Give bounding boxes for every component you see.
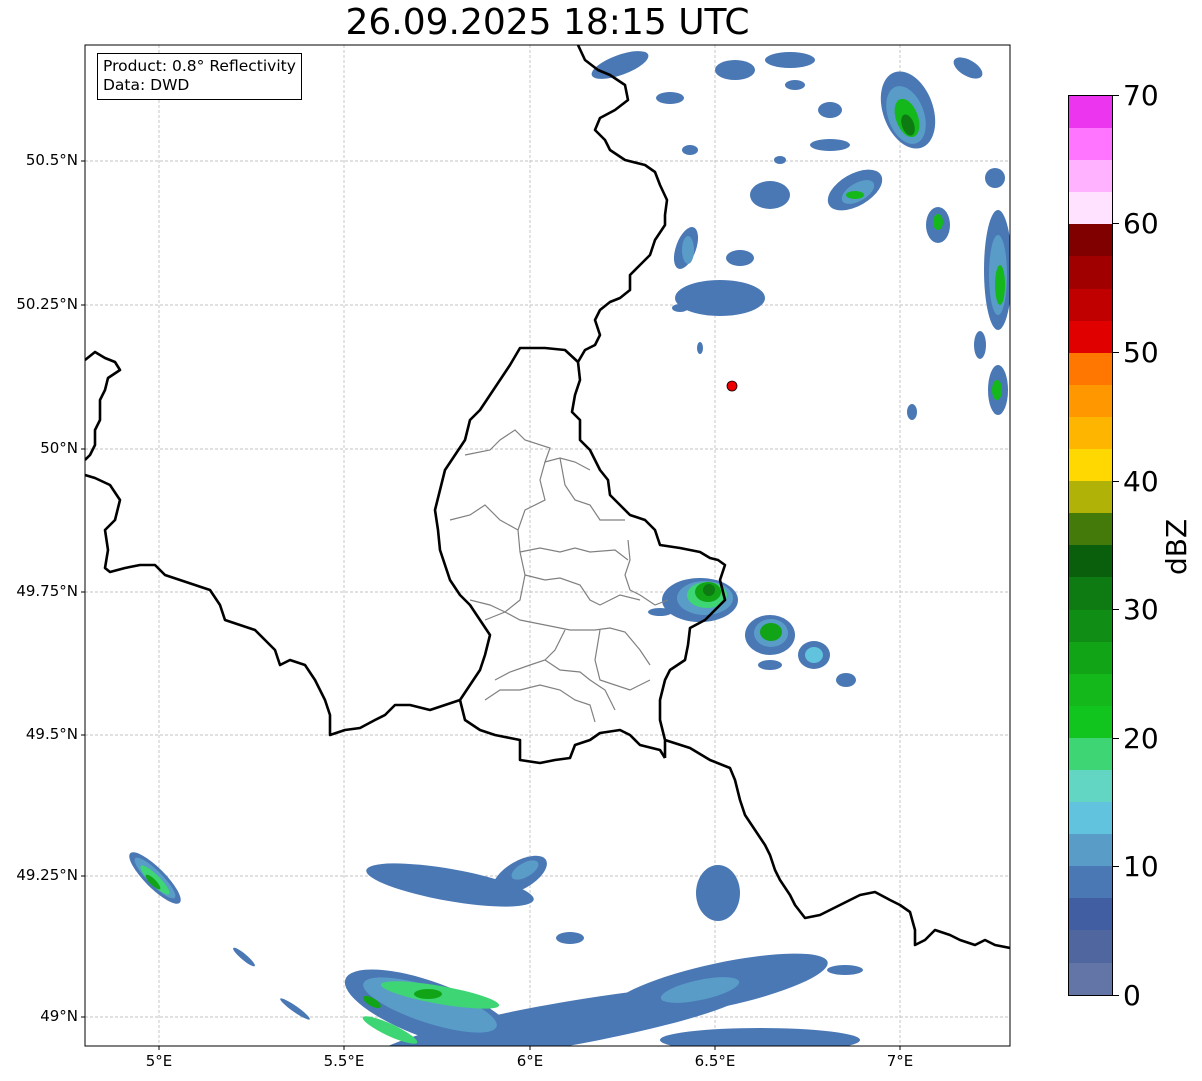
lon-label-7: 7°E <box>886 1052 914 1070</box>
colorbar-label-10: 10 <box>1123 850 1159 883</box>
radar-site-marker <box>726 380 738 392</box>
colorbar-segment <box>1069 962 1112 995</box>
dbz-colorbar <box>1068 95 1113 996</box>
lat-label-49.5: 49.5°N <box>25 725 78 743</box>
product-info-box: Product: 0.8° Reflectivity Data: DWD <box>97 53 302 100</box>
colorbar-segment <box>1069 737 1112 770</box>
colorbar-segment <box>1069 898 1112 931</box>
echo-streaks-south <box>129 852 863 1046</box>
colorbar-label-0: 0 <box>1123 979 1141 1012</box>
lat-label-49: 49°N <box>40 1007 78 1025</box>
product-label: Product: 0.8° Reflectivity <box>103 57 296 75</box>
colorbar-segment <box>1069 192 1112 225</box>
lon-label-6: 6°E <box>516 1052 544 1070</box>
lon-label-6.5: 6.5°E <box>694 1052 736 1070</box>
colorbar-segment <box>1069 256 1112 289</box>
colorbar-label-60: 60 <box>1123 207 1159 240</box>
echo-cluster-north <box>591 51 1010 420</box>
colorbar-segment <box>1069 545 1112 578</box>
colorbar-segment <box>1069 224 1112 257</box>
echo-cell-moselle <box>648 578 856 687</box>
colorbar-label-40: 40 <box>1123 465 1159 498</box>
colorbar-segment <box>1069 577 1112 610</box>
lat-label-49.25: 49.25°N <box>16 866 78 884</box>
colorbar-segment <box>1069 769 1112 803</box>
radar-map <box>81 44 1011 1050</box>
colorbar-segment <box>1069 160 1112 193</box>
colorbar-segment <box>1069 834 1112 867</box>
colorbar-segment <box>1069 930 1112 963</box>
echo-cluster-north-mid <box>682 86 1007 315</box>
colorbar-segment <box>1069 128 1112 161</box>
colorbar-segment <box>1069 641 1112 674</box>
colorbar-label-30: 30 <box>1123 593 1159 626</box>
district-borders <box>449 429 669 723</box>
lat-label-49.75: 49.75°N <box>16 582 78 600</box>
colorbar-segment <box>1069 866 1112 899</box>
colorbar-segment <box>1069 673 1112 706</box>
colorbar-segment <box>1069 384 1112 417</box>
colorbar-segment <box>1069 705 1112 738</box>
colorbar-segment <box>1069 352 1112 385</box>
colorbar-label-20: 20 <box>1123 722 1159 755</box>
lon-label-5.5: 5.5°E <box>323 1052 365 1070</box>
colorbar-segment <box>1069 320 1112 353</box>
colorbar-label-50: 50 <box>1123 336 1159 369</box>
colorbar-label-70: 70 <box>1123 79 1159 112</box>
lat-label-50.25: 50.25°N <box>16 295 78 313</box>
colorbar-segment <box>1069 288 1112 321</box>
lat-label-50: 50°N <box>40 439 78 457</box>
lat-label-50.5: 50.5°N <box>25 151 78 169</box>
colorbar-segment <box>1069 416 1112 450</box>
colorbar-segment <box>1069 449 1112 482</box>
lon-label-5: 5°E <box>145 1052 173 1070</box>
radar-echoes <box>129 51 1010 1046</box>
colorbar-unit-label: dBZ <box>1160 518 1193 575</box>
data-source-label: Data: DWD <box>103 76 190 94</box>
colorbar-segment <box>1069 609 1112 642</box>
colorbar-segment <box>1069 513 1112 546</box>
colorbar-segment <box>1069 802 1112 835</box>
colorbar-segment <box>1069 96 1112 129</box>
colorbar-segment <box>1069 481 1112 514</box>
